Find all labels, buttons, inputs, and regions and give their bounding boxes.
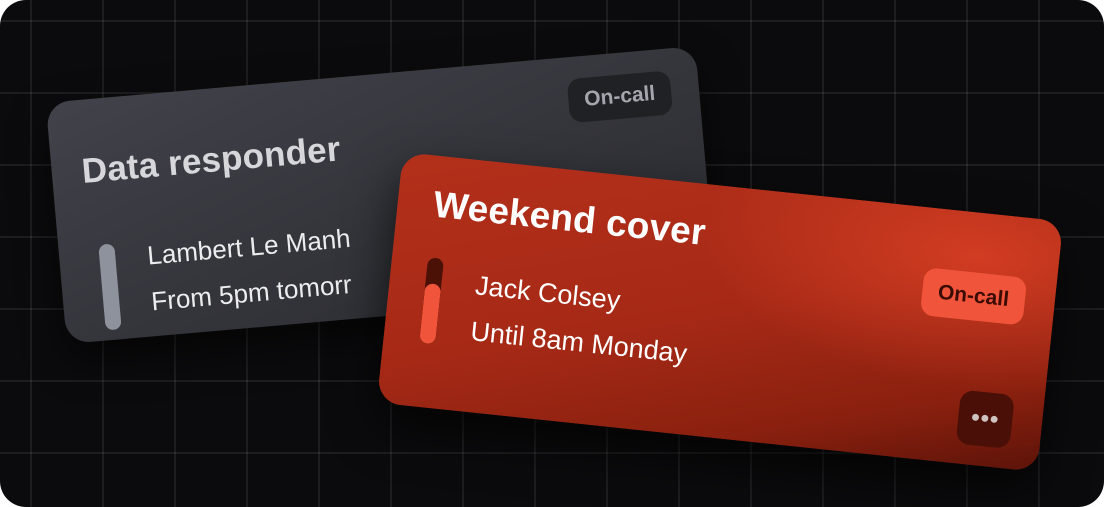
shift-progress-bar xyxy=(419,257,445,345)
canvas-background: Data responder On-call Lambert Le Manh F… xyxy=(0,0,1104,507)
more-horizontal-icon: ••• xyxy=(969,403,1001,434)
shift-time: Until 8am Monday xyxy=(469,316,689,369)
on-call-badge: On-call xyxy=(919,267,1028,326)
schedule-card-weekend-cover[interactable]: Weekend cover On-call Jack Colsey Until … xyxy=(376,151,1064,473)
card-title: Weekend cover xyxy=(431,183,708,253)
more-options-button[interactable]: ••• xyxy=(955,389,1015,449)
shift-progress-fill xyxy=(419,282,442,345)
responder-name: Lambert Le Manh xyxy=(146,222,352,271)
responder-name: Jack Colsey xyxy=(473,270,622,316)
shift-time: From 5pm tomorr xyxy=(150,268,353,317)
on-call-badge: On-call xyxy=(566,70,674,124)
card-title: Data responder xyxy=(80,129,343,191)
shift-progress-bar xyxy=(98,243,122,331)
